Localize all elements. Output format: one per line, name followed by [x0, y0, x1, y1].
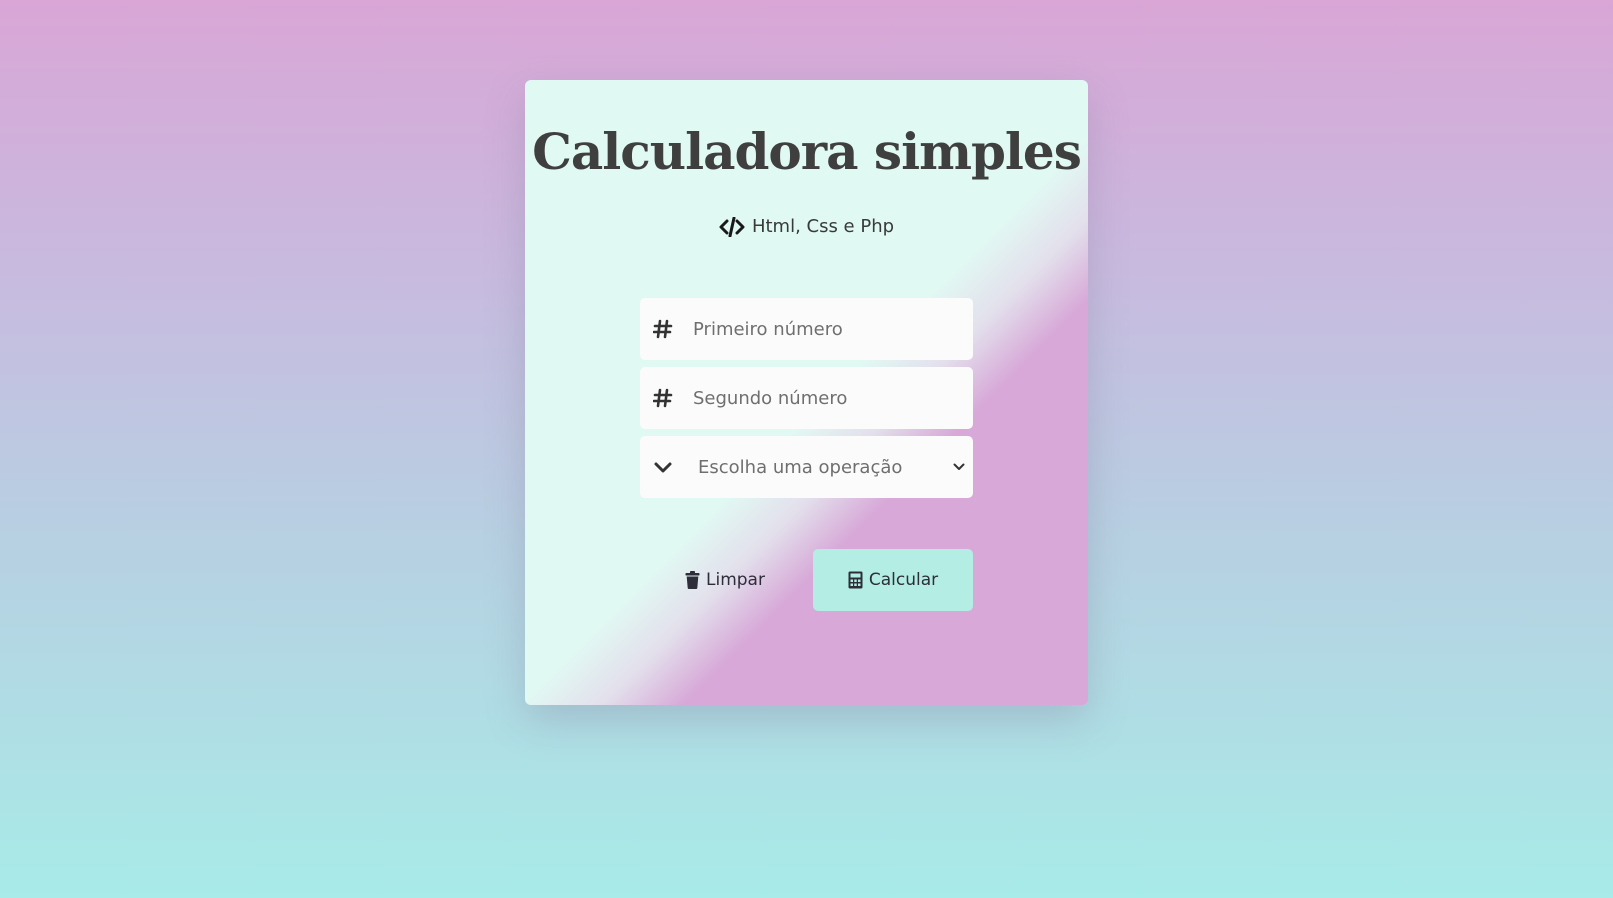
- trash-icon: [685, 571, 700, 589]
- clear-button[interactable]: Limpar: [675, 549, 775, 611]
- calculate-button-label: Calcular: [868, 570, 939, 590]
- calculator-card: Calculadora simples Html, Css e Php Prim…: [525, 80, 1088, 705]
- select-caret-icon: [953, 458, 965, 476]
- calculate-button[interactable]: Calcular: [813, 549, 973, 611]
- subtitle-text: Html, Css e Php: [751, 216, 895, 237]
- operation-select-value: Escolha uma operação: [698, 456, 903, 478]
- hash-icon: [643, 388, 683, 408]
- code-icon: [719, 216, 745, 237]
- calculator-icon: [848, 571, 863, 589]
- first-number-input[interactable]: [693, 318, 953, 340]
- second-number-input[interactable]: [693, 387, 953, 409]
- operation-field: Escolha uma operação: [640, 436, 973, 498]
- second-number-field: [640, 367, 973, 429]
- clear-button-label: Limpar: [706, 570, 765, 590]
- subtitle: Html, Css e Php: [525, 216, 1088, 237]
- hash-icon: [643, 319, 683, 339]
- operation-select[interactable]: Escolha uma operação: [683, 436, 973, 498]
- first-number-field: [640, 298, 973, 360]
- page-title: Calculadora simples: [532, 122, 1082, 181]
- chevron-down-icon: [643, 460, 683, 474]
